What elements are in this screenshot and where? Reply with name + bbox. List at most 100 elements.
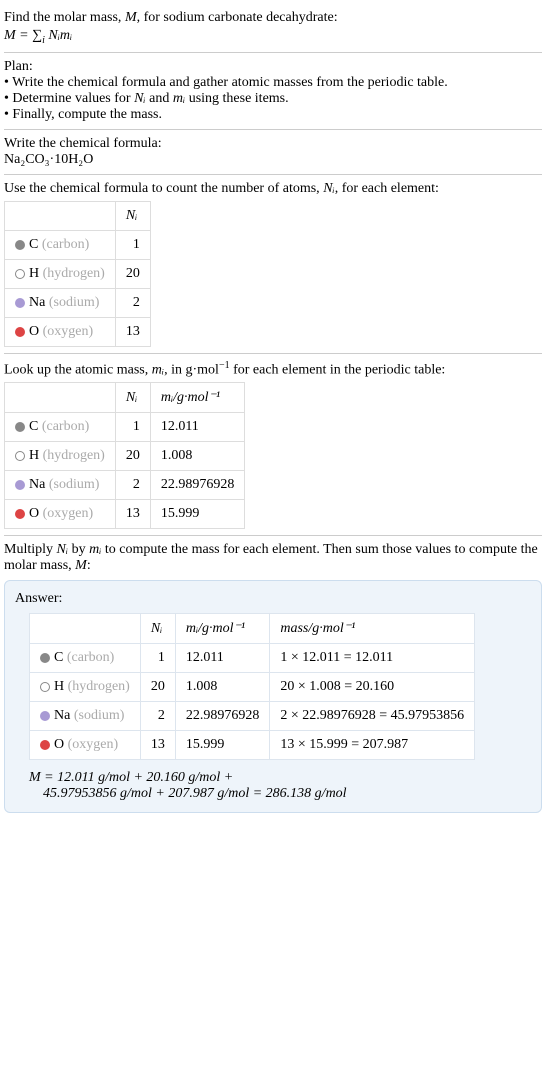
table-header-row: Nᵢ (5, 201, 151, 230)
table-row: C (carbon)1 (5, 230, 151, 259)
plan-bullet-3: • Finally, compute the mass. (4, 107, 542, 123)
element-name: (carbon) (63, 650, 114, 665)
element-symbol: H (29, 266, 39, 281)
element-name: (carbon) (38, 237, 89, 252)
element-symbol: C (54, 650, 63, 665)
element-cell: Na (sodium) (5, 471, 116, 500)
Ni-cell: 2 (115, 288, 150, 317)
chem-formula-title: Write the chemical formula: (4, 136, 542, 152)
header-mi: mᵢ/g·mol⁻¹ (150, 383, 245, 413)
mult-v1: Nᵢ (57, 542, 69, 557)
element-cell: H (hydrogen) (5, 442, 116, 471)
mass-cell: 20 × 1.008 = 20.160 (270, 673, 475, 702)
table-row: O (oxygen)1315.99913 × 15.999 = 207.987 (30, 731, 475, 760)
header-blank (5, 383, 116, 413)
element-symbol: H (54, 679, 64, 694)
count-atoms-table: Nᵢ C (carbon)1H (hydrogen)20Na (sodium)2… (4, 201, 151, 347)
mult-v2: mᵢ (89, 542, 101, 557)
element-dot-icon (40, 740, 50, 750)
element-dot-icon (15, 422, 25, 432)
header-Ni: Nᵢ (115, 383, 150, 413)
Ni-cell: 20 (115, 259, 150, 288)
atomic-mass-title: Look up the atomic mass, mᵢ, in g·mol−1 … (4, 360, 542, 379)
element-name: (sodium) (45, 295, 99, 310)
plan-section: Plan: • Write the chemical formula and g… (4, 53, 542, 130)
Ni-cell: 2 (115, 471, 150, 500)
table-row: O (oxygen) 1315.999 (5, 500, 245, 529)
Ni-cell: 1 (115, 230, 150, 259)
atomic-mass-section: Look up the atomic mass, mᵢ, in g·mol−1 … (4, 354, 542, 537)
count-title-pre: Use the chemical formula to count the nu… (4, 181, 323, 196)
element-dot-icon (15, 327, 25, 337)
element-name: (hydrogen) (64, 679, 130, 694)
element-dot-icon (40, 653, 50, 663)
Ni-cell: 13 (115, 317, 150, 346)
table-row: H (hydrogen) 20 (5, 259, 151, 288)
element-dot-icon (40, 711, 50, 721)
table-row: Na (sodium)222.98976928 (5, 471, 245, 500)
element-symbol: H (29, 448, 39, 463)
element-name: (oxygen) (39, 506, 93, 521)
answer-table: Nᵢ mᵢ/g·mol⁻¹ mass/g·mol⁻¹ C (carbon)112… (29, 613, 475, 760)
plan-bullet-2: • Determine values for Nᵢ and mᵢ using t… (4, 91, 542, 107)
table-row: C (carbon)112.0111 × 12.011 = 12.011 (30, 644, 475, 673)
element-dot-icon (15, 298, 25, 308)
element-symbol: O (29, 506, 39, 521)
intro-line: Find the molar mass, M, for sodium carbo… (4, 10, 542, 26)
mass-cell: 1 × 12.011 = 12.011 (270, 644, 475, 673)
element-cell: Na (sodium) (5, 288, 116, 317)
table-header-row: Nᵢ mᵢ/g·mol⁻¹ mass/g·mol⁻¹ (30, 614, 475, 644)
answer-box: Answer: Nᵢ mᵢ/g·mol⁻¹ mass/g·mol⁻¹ C (ca… (4, 580, 542, 813)
header-mass: mass/g·mol⁻¹ (270, 614, 475, 644)
count-title-var: Nᵢ (323, 181, 335, 196)
mass-cell: 13 × 15.999 = 207.987 (270, 731, 475, 760)
count-atoms-title: Use the chemical formula to count the nu… (4, 181, 542, 197)
mi-cell: 12.011 (175, 644, 270, 673)
element-name: (hydrogen) (39, 448, 105, 463)
element-dot-icon (15, 240, 25, 250)
mi-cell: 15.999 (150, 500, 245, 529)
table-header-row: Nᵢ mᵢ/g·mol⁻¹ (5, 383, 245, 413)
Ni-cell: 13 (140, 731, 175, 760)
mi-cell: 22.98976928 (175, 702, 270, 731)
element-symbol: O (29, 324, 39, 339)
mi-cell: 1.008 (175, 673, 270, 702)
atomic-mass-table: Nᵢ mᵢ/g·mol⁻¹ C (carbon)112.011H (hydrog… (4, 382, 245, 529)
element-symbol: Na (29, 477, 45, 492)
header-Ni: Nᵢ (115, 201, 150, 230)
element-symbol: O (54, 737, 64, 752)
Ni-cell: 2 (140, 702, 175, 731)
table-row: Na (sodium)222.989769282 × 22.98976928 =… (30, 702, 475, 731)
plan-b2-mid: and (146, 91, 173, 106)
am-title-post: for each element in the periodic table: (230, 362, 446, 377)
element-name: (hydrogen) (39, 266, 105, 281)
am-title-mid: , in g·mol (164, 362, 219, 377)
table-row: C (carbon)112.011 (5, 413, 245, 442)
mult-v3: M (75, 558, 87, 573)
chem-formula-value: Na₂CO₃·10H₂O (4, 152, 542, 168)
table-row: H (hydrogen)201.008 (5, 442, 245, 471)
element-cell: O (oxygen) (30, 731, 141, 760)
final-line-2: 45.97953856 g/mol + 207.987 g/mol = 286.… (43, 786, 531, 802)
element-dot-icon (15, 480, 25, 490)
header-blank (5, 201, 116, 230)
multiply-section: Multiply Nᵢ by mᵢ to compute the mass fo… (4, 536, 542, 819)
mi-cell: 12.011 (150, 413, 245, 442)
Ni-cell: 20 (140, 673, 175, 702)
mult-post: : (87, 558, 91, 573)
Ni-cell: 13 (115, 500, 150, 529)
element-name: (sodium) (70, 708, 124, 723)
Ni-cell: 20 (115, 442, 150, 471)
count-title-post: , for each element: (335, 181, 439, 196)
intro-prefix: Find the molar mass, (4, 10, 125, 25)
chem-formula-section: Write the chemical formula: Na₂CO₃·10H₂O (4, 130, 542, 175)
header-mi: mᵢ/g·mol⁻¹ (175, 614, 270, 644)
multiply-text: Multiply Nᵢ by mᵢ to compute the mass fo… (4, 542, 542, 574)
am-title-sup: −1 (219, 360, 230, 371)
plan-b2-post: using these items. (185, 91, 288, 106)
element-cell: H (hydrogen) (30, 673, 141, 702)
intro-suffix: , for sodium carbonate decahydrate: (137, 10, 338, 25)
element-cell: C (carbon) (5, 230, 116, 259)
am-title-pre: Look up the atomic mass, (4, 362, 152, 377)
element-symbol: Na (29, 295, 45, 310)
